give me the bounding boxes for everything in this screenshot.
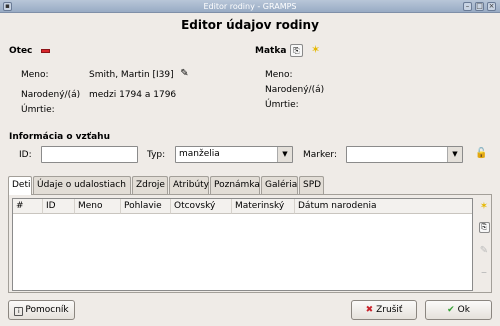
- help-button-label: Pomocník: [25, 305, 69, 315]
- column-header[interactable]: ID: [43, 199, 75, 214]
- ok-button[interactable]: ✔ Ok: [425, 300, 492, 320]
- cancel-button-label: Zrušiť: [376, 305, 403, 315]
- window-menu-icon[interactable]: ▪: [3, 2, 12, 11]
- children-panel: # ID Meno Pohlavie Otcovský Materinský D…: [8, 194, 492, 293]
- window-titlebar: Editor rodiny - GRAMPS ▪ – □ ×: [0, 0, 500, 13]
- father-name-value: Smith, Martin [I39]: [89, 70, 174, 80]
- chevron-down-icon[interactable]: ▼: [447, 147, 462, 162]
- marker-combobox[interactable]: ▼: [346, 146, 463, 163]
- type-label: Typ:: [147, 150, 166, 160]
- mother-born-label: Narodený/(á): [265, 85, 325, 95]
- tab-zdroje[interactable]: Zdroje: [132, 176, 168, 194]
- mother-name-label: Meno:: [265, 70, 293, 80]
- edit-child-icon[interactable]: ✎: [477, 243, 491, 258]
- privacy-lock-icon[interactable]: 🔓: [475, 148, 487, 159]
- father-section: Otec: [9, 46, 50, 56]
- add-existing-child-icon[interactable]: ⎘: [477, 220, 491, 235]
- ok-icon: ✔: [447, 305, 455, 315]
- tab-poznamka[interactable]: Poznámka: [210, 176, 260, 194]
- column-header[interactable]: #: [13, 199, 43, 214]
- maximize-icon[interactable]: □: [475, 2, 484, 11]
- add-child-icon[interactable]: ✶: [477, 199, 491, 214]
- mother-label: Matka: [255, 46, 287, 56]
- tab-deti[interactable]: Deti: [8, 176, 32, 195]
- tab-spd[interactable]: SPD: [299, 176, 324, 194]
- select-person-icon: ⎘: [290, 44, 303, 57]
- marker-label: Marker:: [303, 150, 337, 160]
- minimize-icon[interactable]: –: [463, 2, 472, 11]
- chevron-down-icon[interactable]: ▼: [277, 147, 292, 162]
- children-list[interactable]: # ID Meno Pohlavie Otcovský Materinský D…: [12, 198, 473, 291]
- column-header[interactable]: Meno: [75, 199, 121, 214]
- mother-section: Matka: [255, 46, 286, 56]
- tab-galeria[interactable]: Galéria: [261, 176, 298, 194]
- column-header[interactable]: Pohlavie: [121, 199, 171, 214]
- tab-atributy[interactable]: Atribúty: [169, 176, 209, 194]
- window-title: Editor rodiny - GRAMPS: [203, 2, 297, 11]
- type-value: manželia: [179, 149, 220, 159]
- remove-father-icon[interactable]: [40, 48, 50, 53]
- cancel-icon: ✖: [365, 305, 374, 315]
- column-header[interactable]: Dátum narodenia: [295, 199, 472, 214]
- father-died-label: Úmrtie:: [21, 105, 55, 115]
- mother-died-label: Úmrtie:: [265, 100, 299, 110]
- edit-father-icon[interactable]: ✎: [178, 68, 191, 81]
- father-label: Otec: [9, 46, 33, 56]
- help-icon: i: [14, 307, 24, 316]
- help-button[interactable]: i Pomocník: [8, 300, 75, 320]
- id-label: ID:: [19, 150, 32, 160]
- column-header[interactable]: Otcovský: [171, 199, 232, 214]
- father-born-label: Narodený/(á): [21, 90, 81, 100]
- relationship-section-label: Informácia o vzťahu: [9, 132, 110, 142]
- close-icon[interactable]: ×: [487, 2, 496, 11]
- id-input[interactable]: [41, 146, 138, 163]
- tab-udalosti[interactable]: Údaje o udalostiach: [33, 176, 131, 194]
- page-title: Editor údajov rodiny: [181, 18, 319, 32]
- father-born-value: medzi 1794 a 1796: [89, 90, 177, 100]
- column-header[interactable]: Materinský: [232, 199, 295, 214]
- type-combobox[interactable]: manželia ▼: [175, 146, 293, 163]
- add-mother-icon[interactable]: ✶: [311, 43, 320, 56]
- remove-child-icon[interactable]: –: [477, 265, 491, 280]
- father-name-label: Meno:: [21, 70, 49, 80]
- ok-button-label: Ok: [457, 305, 470, 315]
- cancel-button[interactable]: ✖ Zrušiť: [351, 300, 417, 320]
- select-mother-button[interactable]: ⎘: [290, 44, 303, 57]
